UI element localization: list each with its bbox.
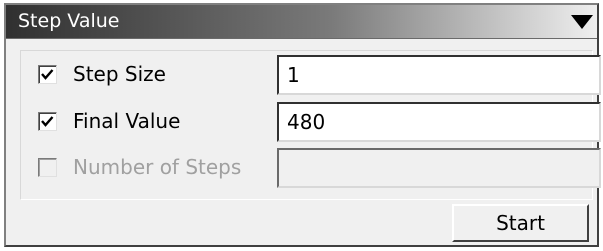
step-value-panel: Step Value Step Size Final Value <box>4 3 601 247</box>
start-button[interactable]: Start <box>452 204 589 242</box>
step-size-row: Step Size <box>21 55 601 95</box>
final-value-row: Final Value <box>21 102 601 142</box>
number-of-steps-input <box>277 148 601 188</box>
checkmark-icon <box>41 69 54 80</box>
step-size-label: Step Size <box>73 62 166 86</box>
step-size-checkbox[interactable] <box>38 65 57 84</box>
number-of-steps-label: Number of Steps <box>73 155 242 179</box>
final-value-label: Final Value <box>73 109 181 133</box>
final-value-input[interactable] <box>277 102 601 142</box>
step-size-input[interactable] <box>277 55 601 95</box>
panel-titlebar: Step Value <box>6 5 597 39</box>
number-of-steps-row: Number of Steps <box>21 148 601 188</box>
final-value-checkbox[interactable] <box>38 112 57 131</box>
form-area: Step Size Final Value Number of Steps <box>20 50 601 200</box>
panel-title: Step Value <box>18 10 120 32</box>
number-of-steps-checkbox[interactable] <box>38 158 57 177</box>
triangle-down-icon[interactable] <box>571 15 593 29</box>
checkmark-icon <box>41 116 54 127</box>
